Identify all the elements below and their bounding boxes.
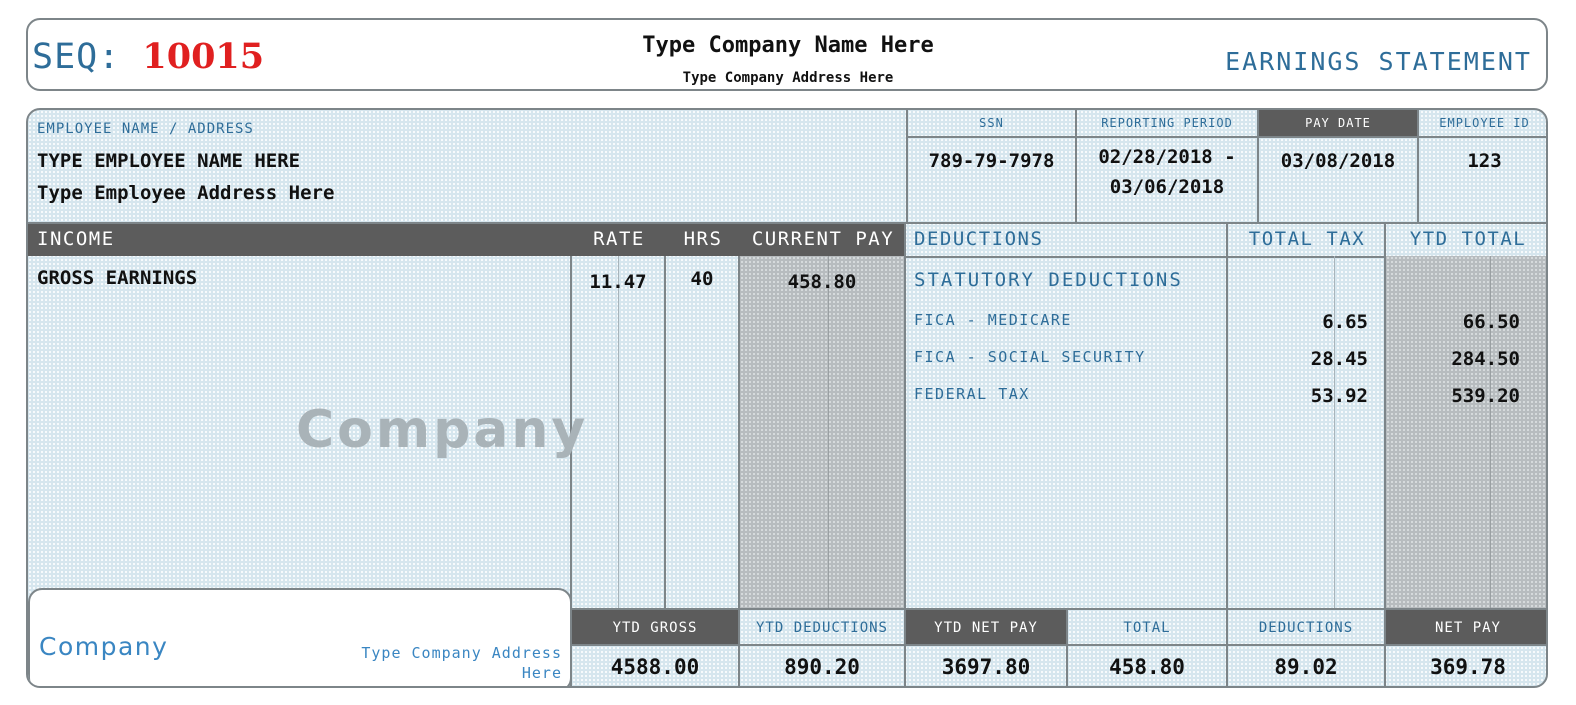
divider bbox=[738, 256, 740, 608]
divider bbox=[904, 222, 906, 608]
statutory-deductions-title: STATUTORY DEDUCTIONS bbox=[914, 269, 1183, 291]
net-pay-label: NET PAY bbox=[1434, 620, 1501, 636]
deductions-header: DEDUCTIONS bbox=[914, 228, 1044, 250]
deduction-row-total-tax: 28.45 bbox=[1310, 348, 1368, 370]
reporting-period-label: REPORTING PERIOD bbox=[1101, 116, 1233, 130]
ytd-net-pay-value: 3697.80 bbox=[941, 655, 1031, 679]
income-header: INCOME bbox=[37, 228, 115, 250]
divider bbox=[1334, 256, 1335, 608]
net-pay-value: 369.78 bbox=[1430, 655, 1506, 679]
ytd-deductions-label: YTD DEDUCTIONS bbox=[755, 620, 888, 636]
divider bbox=[570, 644, 1546, 646]
employee-name: TYPE EMPLOYEE NAME HERE bbox=[37, 150, 301, 172]
ytd-deductions-value: 890.20 bbox=[784, 655, 860, 679]
deduction-row-ytd-total: 66.50 bbox=[1462, 311, 1520, 333]
hrs-header: HRS bbox=[683, 228, 723, 250]
employee-id-label: EMPLOYEE ID bbox=[1439, 116, 1530, 130]
deduction-row-label: FEDERAL TAX bbox=[914, 385, 1030, 403]
footer-company-name: Company bbox=[39, 632, 169, 661]
divider bbox=[1490, 256, 1491, 608]
divider bbox=[618, 256, 619, 608]
company-watermark: Company bbox=[296, 400, 589, 460]
footer-company-box: Company Type Company Address Here bbox=[28, 588, 572, 686]
total-value: 458.80 bbox=[1109, 655, 1185, 679]
ytd-net-pay-label: YTD NET PAY bbox=[934, 620, 1038, 636]
deduction-row-total-tax: 6.65 bbox=[1322, 311, 1368, 333]
divider bbox=[828, 256, 829, 608]
divider bbox=[906, 136, 1546, 138]
income-row-label: GROSS EARNINGS bbox=[37, 267, 198, 289]
pay-date-label: PAY DATE bbox=[1305, 116, 1371, 130]
deduction-row-ytd-total: 539.20 bbox=[1451, 385, 1520, 407]
ytd-total-header: YTD TOTAL bbox=[1409, 228, 1527, 250]
ssn-value: 789-79-7978 bbox=[928, 150, 1055, 172]
deduction-row-label: FICA - MEDICARE bbox=[914, 311, 1072, 329]
deduction-row-label: FICA - SOCIAL SECURITY bbox=[914, 348, 1146, 366]
period-end: 03/06/2018 bbox=[1109, 176, 1225, 198]
ssn-label: SSN bbox=[979, 116, 1004, 130]
deductions-total-value: 89.02 bbox=[1274, 655, 1338, 679]
footer-company-address-line2: Here bbox=[521, 664, 562, 682]
current-pay-column-bg bbox=[740, 256, 906, 608]
divider bbox=[664, 256, 666, 608]
current-pay-header: CURRENT PAY bbox=[751, 228, 895, 250]
ytd-gross-value: 4588.00 bbox=[610, 655, 700, 679]
total-tax-header: TOTAL TAX bbox=[1248, 228, 1366, 250]
document-title: EARNINGS STATEMENT bbox=[1225, 47, 1532, 76]
period-start: 02/28/2018 - bbox=[1098, 146, 1236, 168]
employee-address: Type Employee Address Here bbox=[37, 182, 335, 204]
divider bbox=[1226, 222, 1228, 608]
ytd-gross-label: YTD GROSS bbox=[612, 620, 698, 636]
statement-body: EMPLOYEE NAME / ADDRESS TYPE EMPLOYEE NA… bbox=[26, 108, 1548, 688]
pay-date-value: 03/08/2018 bbox=[1280, 150, 1396, 172]
income-row-current-pay: 458.80 bbox=[787, 271, 857, 293]
income-row-hrs: 40 bbox=[690, 268, 714, 290]
ytd-total-column-bg bbox=[1386, 256, 1546, 608]
total-label: TOTAL bbox=[1123, 620, 1171, 636]
divider bbox=[1384, 222, 1386, 608]
deductions-total-label: DEDUCTIONS bbox=[1258, 620, 1354, 636]
deduction-row-ytd-total: 284.50 bbox=[1451, 348, 1520, 370]
footer-company-address-line1: Type Company Address bbox=[361, 644, 562, 662]
divider bbox=[28, 222, 1546, 224]
deduction-row-total-tax: 53.92 bbox=[1310, 385, 1368, 407]
income-row-rate: 11.47 bbox=[589, 271, 647, 293]
rate-header: RATE bbox=[593, 228, 645, 250]
employee-id-value: 123 bbox=[1467, 150, 1502, 172]
employee-section-label: EMPLOYEE NAME / ADDRESS bbox=[37, 121, 254, 137]
